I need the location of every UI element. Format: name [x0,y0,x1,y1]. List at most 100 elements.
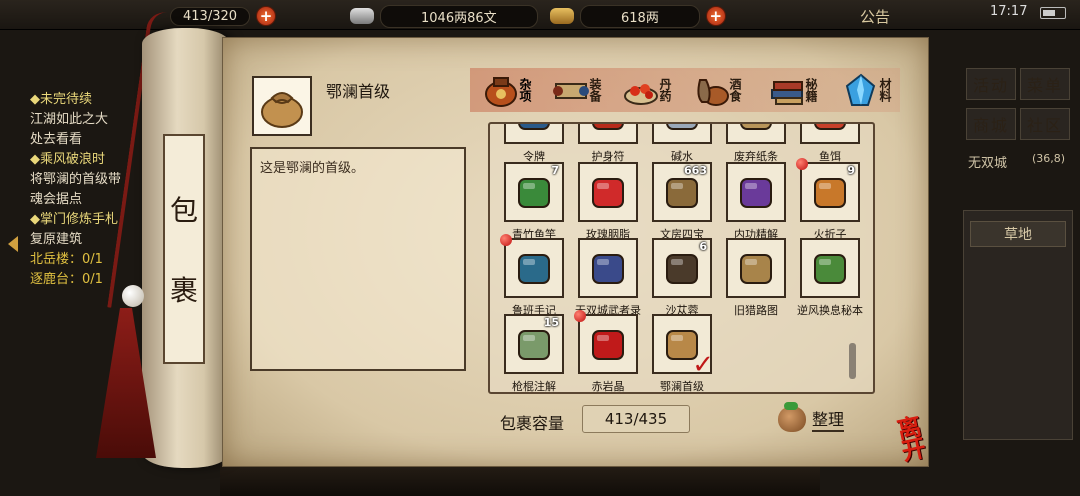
item-slot[interactable] [578,124,638,144]
item-slot[interactable] [726,238,786,298]
item-slot[interactable]: ✓ [652,314,714,380]
tab-secret-books[interactable]: 秘籍 [768,68,818,112]
item-slot[interactable]: 9 [796,158,860,222]
equipment-scroll-icon [553,83,589,99]
title-char: 裹 [169,274,198,307]
silver-icon [350,8,374,24]
tab-label: 材料 [878,78,892,102]
selected-item-name: 鄂澜首级 [326,82,391,101]
notice-button[interactable]: 公告 [860,6,890,27]
capacity-label: 包裹容量 [500,414,565,433]
item-label: 逆风换息秘本 [797,304,863,317]
token-icon [518,124,550,130]
item-description: 这是鄂澜的首级。 [260,161,365,176]
item-count: 15 [543,316,559,329]
item-slot[interactable] [800,124,860,144]
item-slot[interactable]: 663 [652,162,712,222]
tab-misc[interactable]: 杂项 [482,68,532,112]
item-label: 赤岩晶 [591,380,625,393]
rouge-icon [592,178,624,208]
item-slot[interactable] [726,124,786,144]
leave-button[interactable]: 离开 [894,411,948,469]
panel-title: 包 裹 [163,134,205,364]
gold-amount: 618两 [580,4,700,28]
item-description-box: 这是鄂澜的首级。 [250,147,466,371]
old-map-icon [740,254,772,284]
silver-group: 1046两86文 [350,4,538,28]
item-count: 6 [699,240,707,253]
paper-scrap-icon [740,124,772,130]
tab-label: 装备 [588,78,602,102]
item-slot[interactable] [578,238,638,298]
gold-ingot-icon [550,8,574,24]
selected-item-icon [252,76,312,136]
add-bag-button[interactable]: + [256,6,277,26]
scroll-bundle-icon [814,254,846,284]
item-slot[interactable] [800,238,860,298]
grid-scrollbar[interactable] [849,343,856,379]
bag-count-group: 413/320 + [170,5,277,27]
sort-label: 整理 [812,406,845,432]
collapse-arrow-icon[interactable] [8,236,18,252]
location-coords: (36,8) [1032,152,1066,165]
add-gold-button[interactable]: + [705,6,726,26]
tab-label: 酒食 [728,78,742,102]
shop-button[interactable]: 商城 [966,108,1016,140]
title-char: 包 [169,194,198,227]
menu-button[interactable]: 菜单 [1020,68,1070,100]
tab-equipment[interactable]: 装备 [552,68,602,112]
item-slot[interactable] [500,234,564,298]
item-grid: 令牌 护身符 碱水 废弃纸条 鱼饵 7 青竹鱼竿 玫瑰胭脂 663 文房四宝 内功精解 9 火折子 鲁班手… [488,122,875,394]
tab-wine-food[interactable]: 酒食 [692,68,742,112]
item-slot[interactable]: 15 [504,314,564,374]
item-slot[interactable]: 7 [504,162,564,222]
tab-label: 杂项 [518,78,532,102]
item-slot[interactable]: 6 [652,238,712,298]
tab-materials[interactable]: 材料 [842,68,892,112]
selected-check-icon: ✓ [692,350,714,380]
luban-book-icon [518,254,550,284]
activity-button[interactable]: 活动 [966,68,1016,100]
item-label: 旧猎路图 [734,304,778,317]
sort-button[interactable]: 整理 [778,402,858,434]
pill-plate-icon [624,84,658,105]
silver-amount: 1046两86文 [380,4,538,28]
secret-book-icon [771,81,803,105]
terrain-label: 草地 [970,221,1066,247]
item-slot[interactable] [726,162,786,222]
new-item-dot-icon [574,310,586,322]
community-button[interactable]: 社区 [1020,108,1070,140]
battery-icon [1040,7,1066,19]
item-count: 663 [684,164,707,177]
item-label: 鄂澜首级 [660,380,704,393]
tassel-bead [122,285,144,307]
clock: 17:17 [990,4,1028,19]
head-bag-icon [261,92,303,128]
bait-worm-icon [814,124,846,130]
bag-count: 413/320 [170,6,251,26]
lye-water-icon [666,124,698,130]
crystal-material-icon [845,73,876,106]
item-slot[interactable] [652,124,712,144]
item-count: 9 [847,164,855,177]
warrior-record-icon [592,254,624,284]
item-slot[interactable] [578,162,638,222]
item-slot[interactable] [574,310,638,374]
red-crystal-icon [592,330,624,360]
category-tabs: 杂项 装备 丹药 酒食 秘籍 材料 [470,68,900,112]
map-panel: 草地 [963,210,1073,440]
sort-bag-icon [778,402,806,432]
item-slot[interactable] [504,124,564,144]
new-item-dot-icon [500,234,512,246]
new-item-dot-icon [796,158,808,170]
tab-label: 丹药 [658,78,672,102]
tab-pills[interactable]: 丹药 [622,68,672,112]
capacity-value: 413/435 [582,405,690,433]
gold-group: 618两 + [550,4,726,28]
item-label: 枪棍注解 [512,380,556,393]
wine-food-icon [697,79,729,106]
misc-jar-icon [485,77,517,107]
purple-book-icon [740,178,772,208]
location-name: 无双城 [968,156,1008,171]
amulet-icon [592,124,624,130]
